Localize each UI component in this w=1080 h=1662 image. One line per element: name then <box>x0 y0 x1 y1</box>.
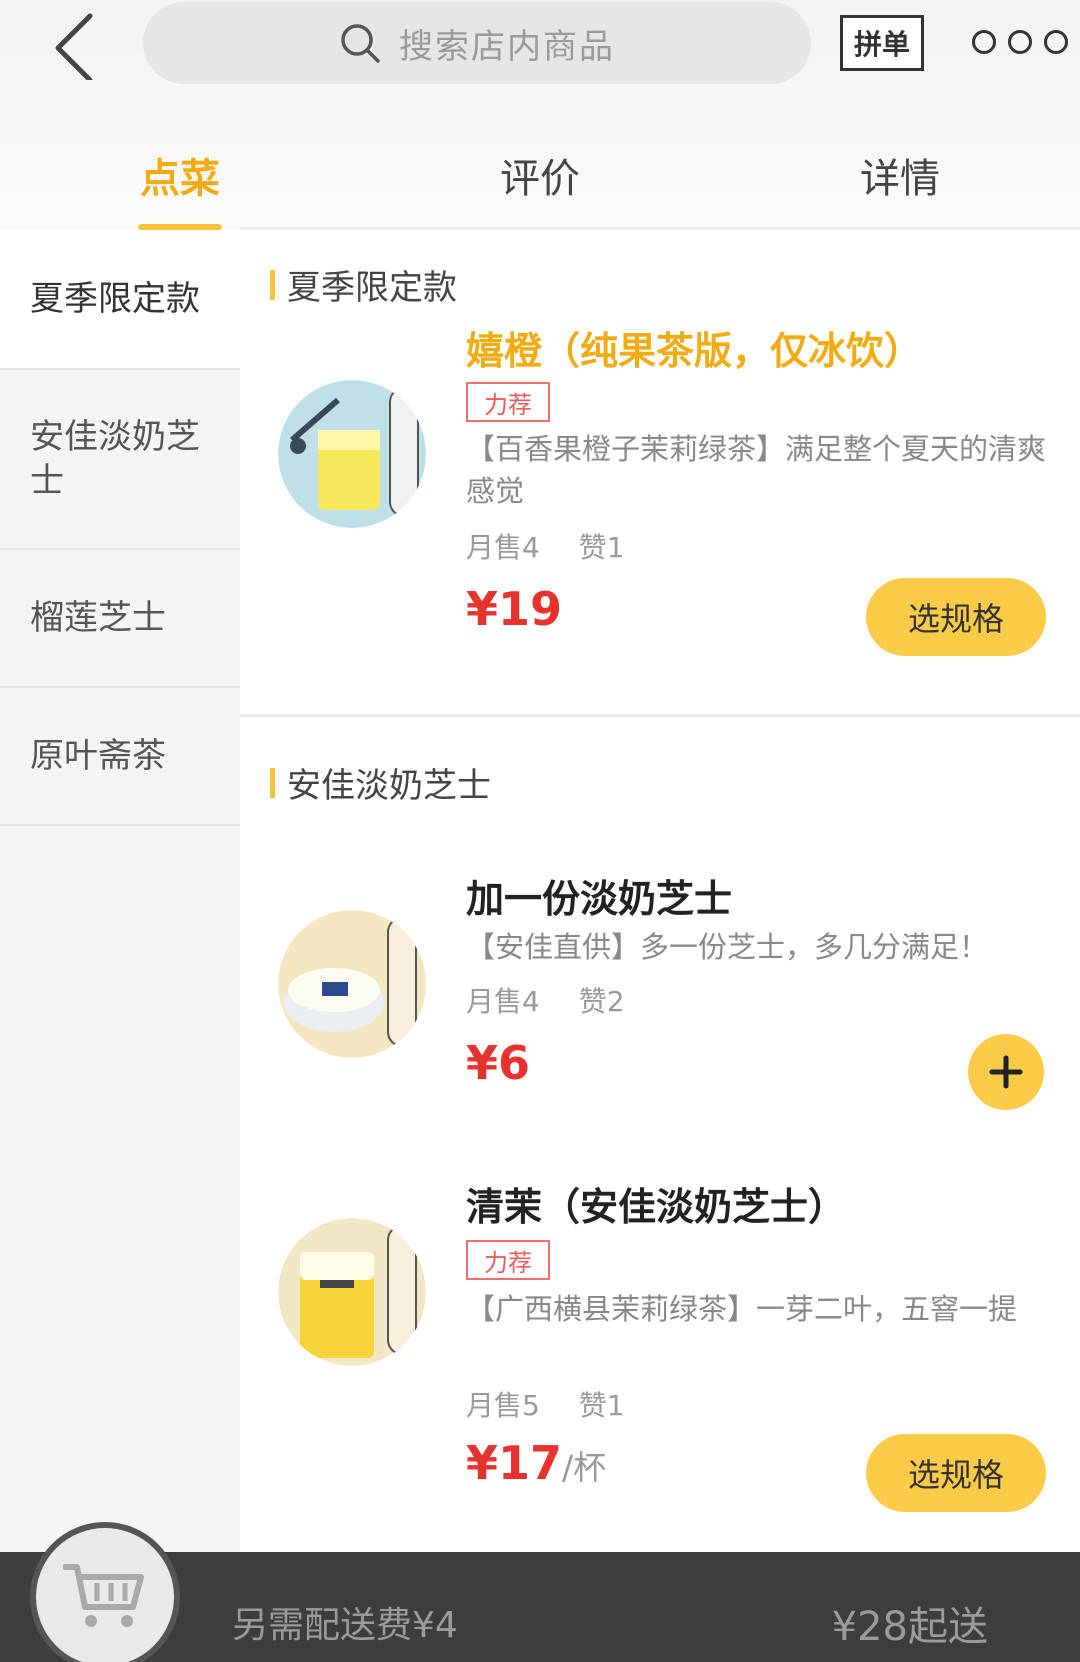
likes-count: 赞1 <box>578 531 625 564</box>
product-description: 【百香果橙子茉莉绿茶】满足整个夏天的清爽感觉 <box>466 432 1047 508</box>
section-divider <box>240 714 1080 717</box>
search-input[interactable]: 搜索店内商品 <box>143 2 811 84</box>
likes-count: 赞2 <box>578 985 625 1018</box>
likes-count: 赞1 <box>578 1389 625 1422</box>
product-price: ¥6 <box>466 1036 531 1090</box>
more-icon[interactable] <box>972 22 1068 62</box>
section-title: 夏季限定款 <box>287 268 457 308</box>
select-spec-button[interactable]: 选规格 <box>866 578 1046 656</box>
section-title: 安佳淡奶芝士 <box>287 766 491 806</box>
product-name[interactable]: 清茉（安佳淡奶芝士） <box>466 1176 846 1231</box>
tab-reviews[interactable]: 评价 <box>360 130 720 230</box>
product-name[interactable]: 加一份淡奶芝士 <box>466 868 732 923</box>
section-header: 夏季限定款 <box>270 260 457 309</box>
section-marker <box>270 269 275 300</box>
select-spec-button[interactable]: 选规格 <box>866 1434 1046 1512</box>
back-icon <box>55 13 93 83</box>
section-header: 安佳淡奶芝士 <box>270 758 491 807</box>
search-placeholder: 搜索店内商品 <box>399 26 615 67</box>
price-amount: ¥17 <box>466 1436 563 1490</box>
tab-order[interactable]: 点菜 <box>0 130 360 230</box>
sidebar-item-durian-cheese[interactable]: 榴莲芝士 <box>0 550 240 688</box>
sidebar-item-summer-limited[interactable]: 夏季限定款 <box>0 230 240 370</box>
product-price: ¥17/杯 <box>466 1436 606 1490</box>
recommend-badge: 力荐 <box>466 382 550 422</box>
product-description: 【安佳直供】多一份芝士，多几分满足！ <box>466 930 989 964</box>
product-price: ¥19 <box>466 582 563 636</box>
section-marker <box>270 767 275 798</box>
product-stats: 月售4 赞2 <box>466 980 625 1020</box>
monthly-sales: 月售5 <box>466 1389 540 1422</box>
search-icon <box>341 24 380 63</box>
minimum-order: ¥28起送 <box>831 1604 988 1650</box>
cart-icon <box>63 1564 144 1627</box>
product-image[interactable] <box>278 910 426 1058</box>
add-to-cart-button[interactable] <box>968 1034 1044 1110</box>
product-stats: 月售4 赞1 <box>466 526 625 566</box>
price-unit: /杯 <box>562 1448 607 1487</box>
product-image[interactable] <box>278 1218 426 1366</box>
group-order-button[interactable]: 拼单 <box>840 15 924 71</box>
back-button[interactable] <box>46 10 116 83</box>
product-stats: 月售5 赞1 <box>466 1384 625 1424</box>
top-header: 搜索店内商品 拼单 点菜 评价 详情 <box>0 0 1080 230</box>
recommend-badge: 力荐 <box>466 1240 550 1280</box>
category-sidebar: 夏季限定款 安佳淡奶芝士 榴莲芝士 原叶斋茶 <box>0 230 240 1552</box>
plus-icon <box>989 1055 1023 1089</box>
tab-details[interactable]: 详情 <box>720 130 1080 230</box>
menu-list: 夏季限定款 嬉橙（纯果茶版，仅冰饮） 力荐 【百香果橙子茉莉绿茶】满足整个夏天的… <box>240 230 1080 1552</box>
cart-button[interactable] <box>30 1522 180 1662</box>
delivery-fee: 另需配送费¥4 <box>232 1605 458 1646</box>
product-image[interactable] <box>278 380 426 528</box>
product-description: 【广西横县茉莉绿茶】一芽二叶，五窨一提 <box>466 1292 1018 1326</box>
sidebar-item-leaf-tea[interactable]: 原叶斋茶 <box>0 688 240 826</box>
product-name[interactable]: 嬉橙（纯果茶版，仅冰饮） <box>466 320 922 375</box>
sidebar-item-anchor-cheese[interactable]: 安佳淡奶芝士 <box>0 370 240 550</box>
monthly-sales: 月售4 <box>466 985 540 1018</box>
tab-bar: 点菜 评价 详情 <box>0 130 1080 230</box>
monthly-sales: 月售4 <box>466 531 540 564</box>
